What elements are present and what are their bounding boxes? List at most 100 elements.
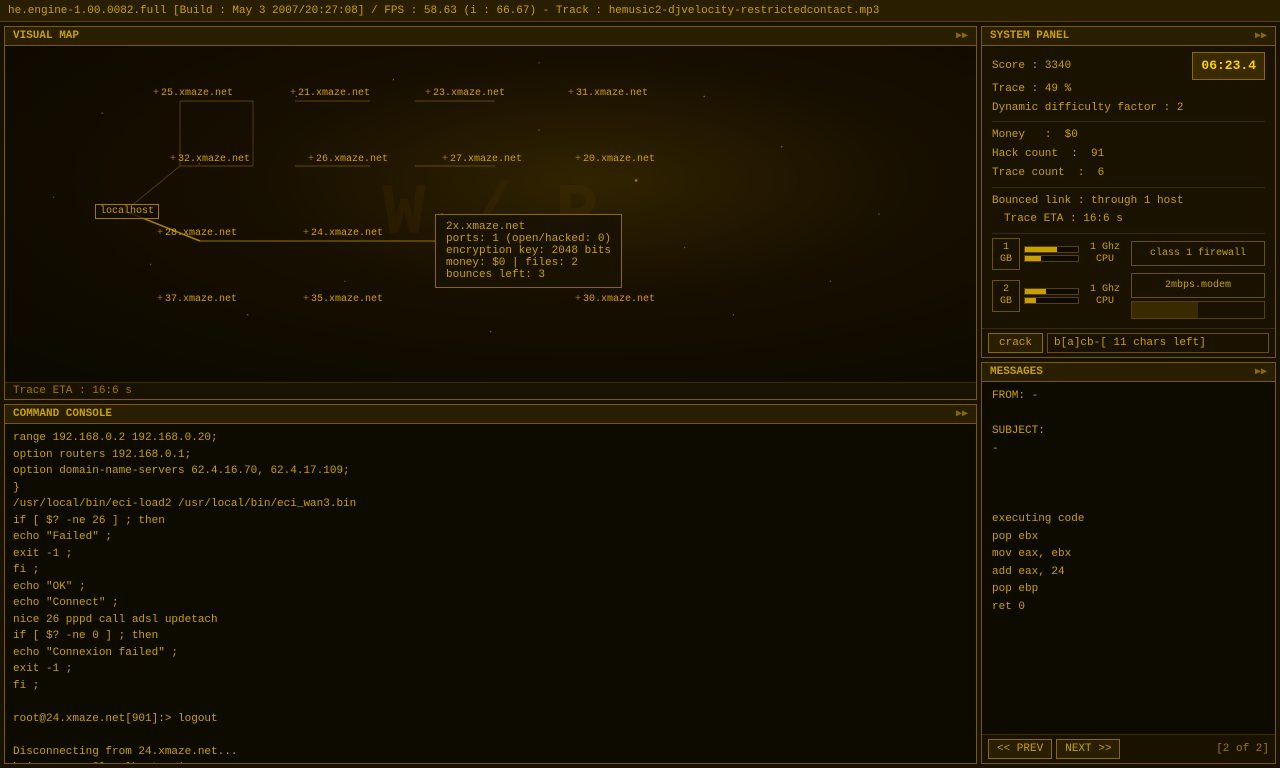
visual-map-panel: VISUAL MAP ▶▶ <box>4 26 977 400</box>
subject-row: SUBJECT: <box>992 423 1265 441</box>
map-node-35[interactable]: 35.xmaze.net <box>303 294 383 305</box>
map-node-31[interactable]: 31.xmaze.net <box>568 88 648 99</box>
hw-mem-1: 1GB <box>992 238 1020 270</box>
subject-value: - <box>992 441 1265 459</box>
subject-label: SUBJECT: <box>992 425 1045 437</box>
console-line-19 <box>13 727 968 744</box>
command-console-panel: COMMAND CONSOLE ▶▶ range 192.168.0.2 192… <box>4 404 977 764</box>
map-node-21[interactable]: 21.xmaze.net <box>290 88 370 99</box>
hw-bar-1a <box>1024 246 1079 253</box>
messages-icon: ▶▶ <box>1255 366 1267 378</box>
map-trace-eta: Trace ETA : 16:6 s <box>13 385 132 397</box>
console-line-13: if [ $? -ne 0 ] ; then <box>13 628 968 645</box>
map-node-23[interactable]: 23.xmaze.net <box>425 88 505 99</box>
hw-row-1: 1GB 1 GhzCPU class 1 firewall <box>992 238 1265 270</box>
sys-divider-3 <box>992 233 1265 234</box>
hw-bars-2 <box>1024 288 1079 304</box>
messages-content[interactable]: FROM: - SUBJECT: - executing code pop eb… <box>982 382 1275 734</box>
hw-modem-label: 2mbps.modem <box>1131 273 1265 298</box>
system-panel-icon: ▶▶ <box>1255 30 1267 42</box>
map-node-26[interactable]: 26.xmaze.net <box>308 154 388 165</box>
map-node-37[interactable]: 37.xmaze.net <box>157 294 237 305</box>
trace-eta-row: Trace ETA : 16:6 s <box>992 210 1265 229</box>
map-node-27[interactable]: 27.xmaze.net <box>442 154 522 165</box>
system-panel-content: Score : 3340 06:23.4 Trace : 49 % Dynami… <box>982 46 1275 328</box>
console-line-18: root@24.xmaze.net[901]:> logout <box>13 711 968 728</box>
system-panel: SYSTEM PANEL ▶▶ Score : 3340 06:23.4 Tra… <box>981 26 1276 358</box>
console-line-11: echo "Connect" ; <box>13 595 968 612</box>
from-row: FROM: - <box>992 388 1265 406</box>
hw-bar-fill-1b <box>1025 256 1041 261</box>
score-label: Score : 3340 <box>992 57 1071 76</box>
ddf-row: Dynamic difficulty factor : 2 <box>992 99 1265 118</box>
console-content[interactable]: range 192.168.0.2 192.168.0.20; option r… <box>5 424 976 763</box>
hw-modem-section: 2mbps.modem <box>1131 273 1265 319</box>
hw-bar-fill-2a <box>1025 289 1046 294</box>
from-label: FROM: <box>992 390 1025 402</box>
hw-modem-bar-fill <box>1132 302 1198 318</box>
console-title: COMMAND CONSOLE <box>13 408 112 420</box>
system-panel-header: SYSTEM PANEL ▶▶ <box>982 27 1275 46</box>
console-line-8: exit -1 ; <box>13 546 968 563</box>
hw-bar-fill-1a <box>1025 247 1057 252</box>
console-line-21: brianspencer@localhost:> | <box>13 760 968 763</box>
crack-input[interactable] <box>1047 333 1269 353</box>
map-node-25[interactable]: 25.xmaze.net <box>153 88 233 99</box>
crack-button[interactable]: crack <box>988 333 1043 353</box>
console-line-3: option domain-name-servers 62.4.16.70, 6… <box>13 463 968 480</box>
bounced-link-row: Bounced link : through 1 host <box>992 192 1265 211</box>
title-bar: he.engine-1.00.0082.full [Build : May 3 … <box>0 0 1280 22</box>
next-button[interactable]: NEXT >> <box>1056 739 1120 759</box>
hw-bar-fill-2b <box>1025 298 1036 303</box>
console-header: COMMAND CONSOLE ▶▶ <box>5 405 976 424</box>
crack-row: crack <box>982 328 1275 357</box>
console-line-4: } <box>13 480 968 497</box>
sys-divider-2 <box>992 187 1265 188</box>
console-line-20: Disconnecting from 24.xmaze.net... <box>13 744 968 761</box>
map-node-28[interactable]: 28.xmaze.net <box>157 228 237 239</box>
sys-divider-1 <box>992 121 1265 122</box>
console-icon: ▶▶ <box>956 408 968 420</box>
map-node-32[interactable]: 32.xmaze.net <box>170 154 250 165</box>
map-node-20[interactable]: 20.xmaze.net <box>575 154 655 165</box>
title-text: he.engine-1.00.0082.full [Build : May 3 … <box>8 5 879 17</box>
console-line-14: echo "Connexion failed" ; <box>13 645 968 662</box>
hw-modem-bar <box>1131 301 1265 319</box>
map-footer: Trace ETA : 16:6 s <box>5 382 976 399</box>
console-line-2: option routers 192.168.0.1; <box>13 447 968 464</box>
console-line-16: fi ; <box>13 678 968 695</box>
hw-cpu-label-1: 1 GhzCPU <box>1083 242 1127 266</box>
console-line-12: nice 26 pppd call adsl updetach <box>13 612 968 629</box>
message-body: executing code pop ebx mov eax, ebx add … <box>992 493 1265 616</box>
hw-row-2: 2GB 1 GhzCPU 2mbps.modem <box>992 273 1265 319</box>
messages-footer: << PREV NEXT >> [2 of 2] <box>982 734 1275 763</box>
timer-display: 06:23.4 <box>1192 52 1265 80</box>
console-line-17 <box>13 694 968 711</box>
hw-firewall-label: class 1 firewall <box>1131 241 1265 266</box>
localhost-node[interactable]: localhost <box>95 204 159 219</box>
console-line-15: exit -1 ; <box>13 661 968 678</box>
hw-mem-2: 2GB <box>992 280 1020 312</box>
trace-count-row: Trace count : 6 <box>992 164 1265 183</box>
hw-bar-2a <box>1024 288 1079 295</box>
map-node-30[interactable]: 30.xmaze.net <box>575 294 655 305</box>
score-row: Score : 3340 06:23.4 <box>992 52 1265 80</box>
trace-row: Trace : 49 % <box>992 80 1265 99</box>
map-content[interactable]: W / P 25.xmaze.net 21.xmaze.net 23.xmaze… <box>5 46 976 382</box>
map-cursor: ▶ <box>445 214 453 231</box>
hw-cpu-label-2: 1 GhzCPU <box>1083 284 1127 308</box>
console-line-1: range 192.168.0.2 192.168.0.20; <box>13 430 968 447</box>
messages-panel: MESSAGES ▶▶ FROM: - SUBJECT: - executing… <box>981 362 1276 764</box>
hack-count-row: Hack count : 91 <box>992 145 1265 164</box>
console-line-7: echo "Failed" ; <box>13 529 968 546</box>
messages-title: MESSAGES <box>990 366 1043 378</box>
prev-button[interactable]: << PREV <box>988 739 1052 759</box>
console-line-9: fi ; <box>13 562 968 579</box>
console-line-10: echo "OK" ; <box>13 579 968 596</box>
from-value: - <box>1032 390 1039 402</box>
system-panel-title: SYSTEM PANEL <box>990 30 1069 42</box>
hw-bar-1b <box>1024 255 1079 262</box>
map-node-24[interactable]: 24.xmaze.net <box>303 228 383 239</box>
visual-map-title: VISUAL MAP <box>13 30 79 42</box>
hw-bar-2b <box>1024 297 1079 304</box>
